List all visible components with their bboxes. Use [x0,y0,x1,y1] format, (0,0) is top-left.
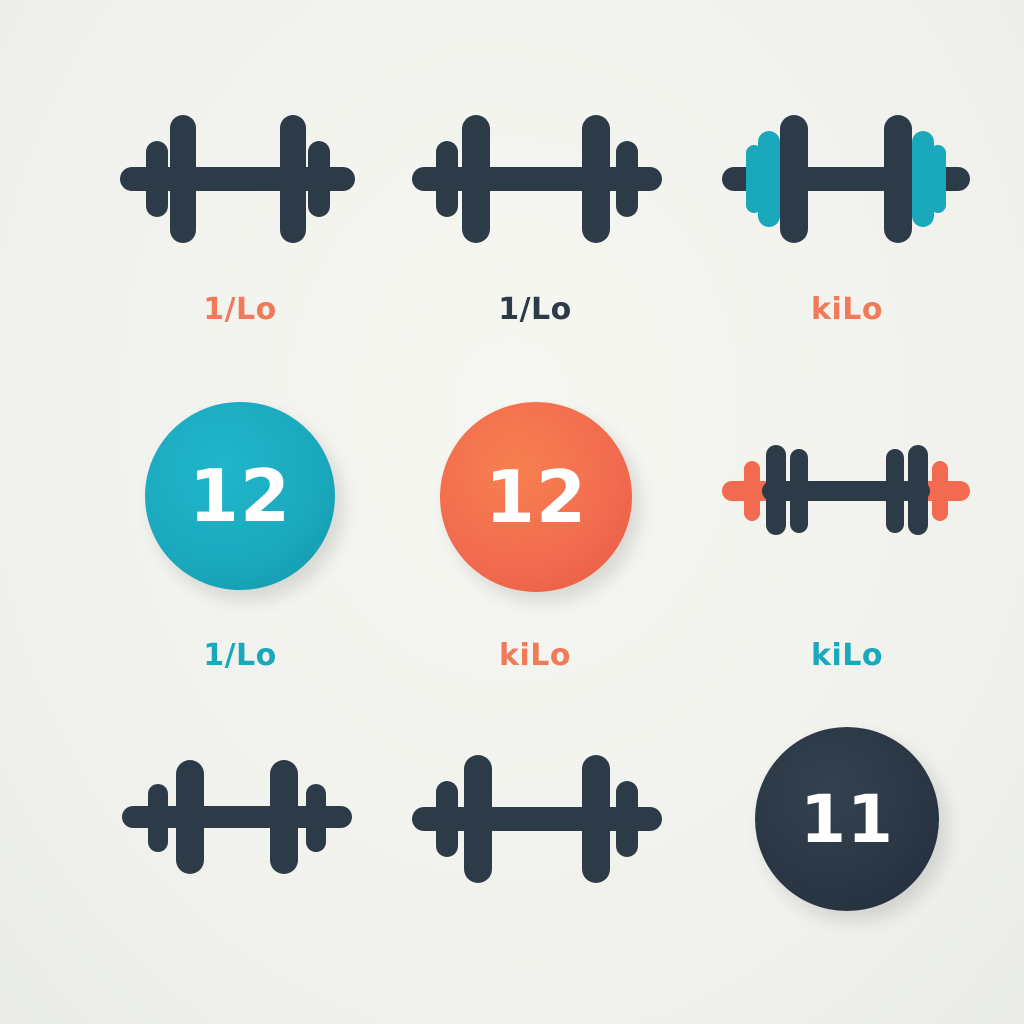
weight-label: kiLo [499,638,571,673]
dumbbell-orange-plates-icon [722,445,970,537]
number-badge-dark: 11 [755,727,939,911]
badge-number: 12 [484,455,588,539]
weight-label: kiLo [811,638,883,673]
weight-label: 1/Lo [203,638,277,673]
dumbbell-icon [122,760,352,876]
badge-number: 12 [188,454,292,538]
dumbbell-icon [412,115,662,245]
number-badge-teal: 12 [145,402,335,590]
weight-label: 1/Lo [498,292,572,327]
badge-number: 11 [800,780,894,858]
dumbbell-icon [120,115,355,245]
weight-label: 1/Lo [203,292,277,327]
weight-label: kiLo [811,292,883,327]
dumbbell-icon [412,755,662,885]
dumbbell-teal-plates-icon [722,115,970,245]
number-badge-orange: 12 [440,402,632,592]
